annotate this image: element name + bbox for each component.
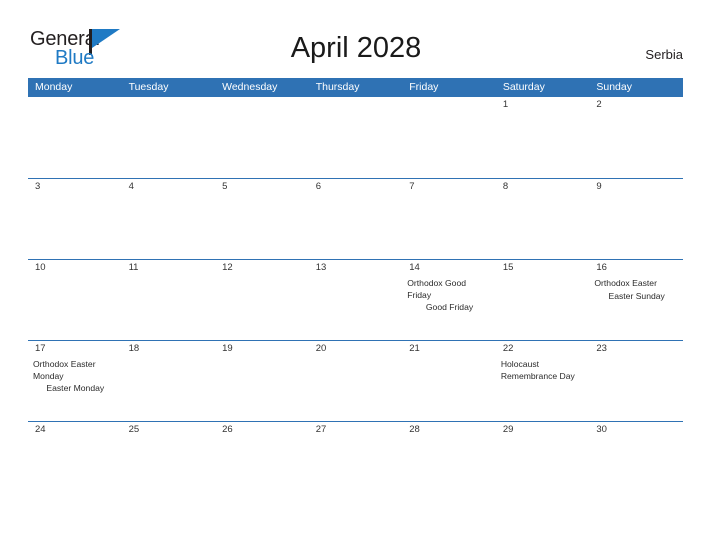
day-number: 9 bbox=[596, 181, 602, 192]
week-cells: 12 bbox=[28, 97, 683, 177]
day-cell[interactable]: 25 bbox=[121, 422, 216, 502]
day-cell[interactable]: 22 Holocaust Remembrance Day bbox=[495, 341, 590, 421]
day-number: 2 bbox=[596, 99, 602, 110]
day-cell[interactable]: 21 bbox=[402, 341, 496, 421]
day-cell-empty bbox=[121, 97, 216, 177]
day-cell[interactable]: 8 bbox=[495, 179, 590, 259]
week-cells: 10 11 12 13 14 Orthodox Good Friday Good Frida… bbox=[28, 260, 683, 340]
day-cell[interactable]: 11 bbox=[121, 260, 216, 340]
day-events: Orthodox Good Friday Good Friday bbox=[402, 275, 496, 314]
calendar-weeks: 1 2 3 4 5 6 7 8 9 10 11 12 13 14 Orthodox Good Friday G… bbox=[28, 97, 683, 502]
day-number: 24 bbox=[35, 424, 46, 435]
event-label: Orthodox Good Friday bbox=[407, 278, 467, 300]
day-cell[interactable]: 14 Orthodox Good Friday Good Friday bbox=[402, 260, 496, 340]
calendar-grid: Monday Tuesday Wednesday Thursday Friday Satu… bbox=[28, 78, 683, 502]
day-number: 16 bbox=[596, 262, 607, 273]
page-header: General Blue April 2028 Serbia bbox=[0, 0, 712, 78]
event-label: Easter Monday bbox=[46, 383, 105, 393]
region-label: Serbia bbox=[645, 47, 683, 62]
day-number: 10 bbox=[35, 262, 46, 273]
day-number: 30 bbox=[596, 424, 607, 435]
calendar-week-row: 12 bbox=[28, 97, 683, 178]
day-cell[interactable]: 17 Orthodox Easter Monday Easter Monday bbox=[28, 341, 122, 421]
day-events: Orthodox Easter Monday Easter Monday bbox=[28, 356, 122, 395]
day-number: 6 bbox=[315, 181, 321, 192]
day-cell[interactable]: 13 bbox=[308, 260, 403, 340]
event-label: Orthodox Easter Monday bbox=[33, 359, 96, 381]
day-number: 13 bbox=[315, 262, 327, 273]
day-events: Orthodox Easter Easter Sunday bbox=[589, 275, 683, 302]
day-cell[interactable]: 27 bbox=[308, 422, 403, 502]
day-cell[interactable]: 18 bbox=[121, 341, 216, 421]
day-cell[interactable]: 16 Orthodox Easter Easter Sunday bbox=[589, 260, 683, 340]
calendar-week-row: 17 Orthodox Easter Monday Easter Monday 18 1… bbox=[28, 340, 683, 421]
day-cell-empty bbox=[308, 97, 403, 177]
day-cell[interactable]: 1 bbox=[495, 97, 590, 177]
day-number: 17 bbox=[35, 343, 46, 354]
day-number: 11 bbox=[128, 262, 139, 273]
day-cell[interactable]: 20 bbox=[308, 341, 403, 421]
day-number: 27 bbox=[315, 424, 327, 435]
weekday-header-saturday: Saturday bbox=[502, 81, 545, 93]
day-cell[interactable]: 29 bbox=[495, 422, 590, 502]
day-number: 20 bbox=[315, 343, 327, 354]
day-cell[interactable]: 4 bbox=[121, 179, 216, 259]
page-title: April 2028 bbox=[290, 32, 422, 64]
day-number: 19 bbox=[222, 343, 233, 354]
weekday-header-thursday: Thursday bbox=[315, 81, 360, 93]
day-number: 29 bbox=[502, 424, 514, 435]
weekday-header-wednesday: Wednesday bbox=[222, 81, 278, 93]
weekday-header-friday: Friday bbox=[409, 81, 439, 93]
day-cell[interactable]: 5 bbox=[215, 179, 309, 259]
day-number: 22 bbox=[502, 343, 514, 354]
day-number: 18 bbox=[128, 343, 140, 354]
day-number: 1 bbox=[502, 99, 509, 110]
day-number: 26 bbox=[222, 424, 233, 435]
day-cell[interactable]: 2 bbox=[589, 97, 683, 177]
day-cell-empty bbox=[215, 97, 309, 177]
week-cells: 24 25 26 27 28 29 30 bbox=[28, 422, 683, 502]
day-events: Holocaust Remembrance Day bbox=[496, 356, 590, 382]
day-cell[interactable]: 15 bbox=[495, 260, 590, 340]
day-number: 3 bbox=[35, 181, 41, 192]
calendar-week-row: 3 4 5 6 7 8 9 bbox=[28, 178, 683, 259]
day-number: 12 bbox=[222, 262, 233, 273]
event-label: Easter Sunday bbox=[608, 290, 665, 301]
day-cell[interactable]: 3 bbox=[28, 179, 122, 259]
day-number: 25 bbox=[128, 424, 140, 435]
day-cell[interactable]: 23 bbox=[589, 341, 683, 421]
day-cell[interactable]: 10 bbox=[28, 260, 122, 340]
weekday-header-row: Monday Tuesday Wednesday Thursday Friday Satu… bbox=[28, 78, 683, 97]
day-cell[interactable]: 24 bbox=[28, 422, 122, 502]
day-cell[interactable]: 30 bbox=[589, 422, 683, 502]
day-number: 7 bbox=[409, 181, 415, 192]
calendar-week-row: 24 25 26 27 28 29 30 bbox=[28, 421, 683, 502]
day-cell-empty bbox=[28, 97, 122, 177]
day-number: 23 bbox=[596, 343, 607, 354]
day-number: 15 bbox=[502, 262, 514, 273]
event-label: Orthodox Easter bbox=[594, 278, 657, 288]
day-cell[interactable]: 6 bbox=[308, 179, 403, 259]
day-number: 8 bbox=[502, 181, 509, 192]
day-number: 5 bbox=[222, 181, 228, 192]
day-cell[interactable]: 7 bbox=[402, 179, 496, 259]
event-label: Holocaust Remembrance Day bbox=[500, 359, 575, 381]
day-cell[interactable]: 28 bbox=[402, 422, 496, 502]
day-cell[interactable]: 26 bbox=[215, 422, 309, 502]
day-cell[interactable]: 9 bbox=[589, 179, 683, 259]
weekday-header-tuesday: Tuesday bbox=[128, 81, 169, 93]
event-label: Good Friday bbox=[425, 302, 474, 312]
day-number: 4 bbox=[128, 181, 134, 192]
day-number: 14 bbox=[409, 262, 420, 273]
day-cell[interactable]: 19 bbox=[215, 341, 309, 421]
weekday-header-sunday: Sunday bbox=[596, 81, 632, 93]
week-cells: 17 Orthodox Easter Monday Easter Monday 18 1… bbox=[28, 341, 683, 421]
day-number: 28 bbox=[409, 424, 420, 435]
calendar-week-row: 10 11 12 13 14 Orthodox Good Friday Good Frida… bbox=[28, 259, 683, 340]
day-cell[interactable]: 12 bbox=[215, 260, 309, 340]
day-cell-empty bbox=[402, 97, 496, 177]
week-cells: 3 4 5 6 7 8 9 bbox=[28, 179, 683, 259]
day-number: 21 bbox=[409, 343, 420, 354]
weekday-header-monday: Monday bbox=[35, 81, 73, 93]
